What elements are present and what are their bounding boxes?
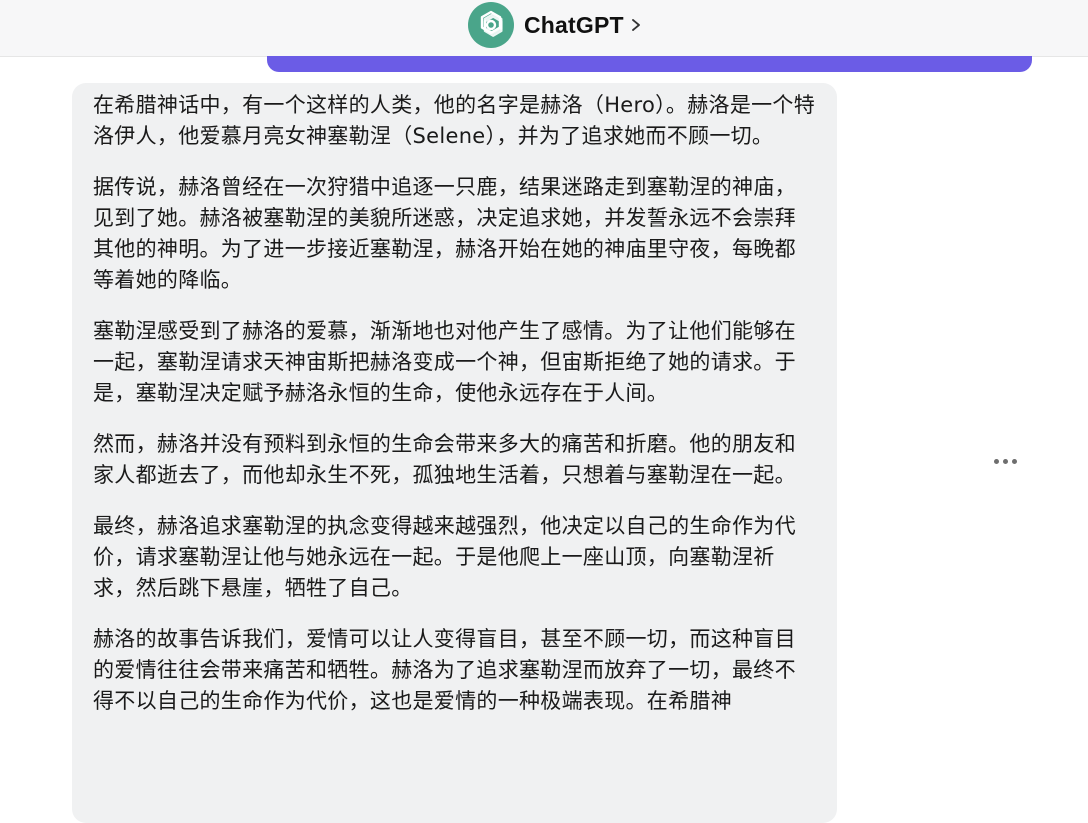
openai-logo-icon	[468, 2, 514, 48]
message-paragraph: 塞勒涅感受到了赫洛的爱慕，渐渐地也对他产生了感情。为了让他们能够在一起，塞勒涅请…	[93, 319, 796, 405]
more-options-button[interactable]	[988, 449, 1022, 473]
app-title: ChatGPT	[524, 11, 624, 38]
more-horizontal-icon	[993, 458, 999, 464]
message-paragraph: 赫洛的故事告诉我们，爱情可以让人变得盲目，甚至不顾一切，而这种盲目的爱情往往会带…	[93, 627, 796, 713]
chevron-right-icon	[631, 19, 640, 31]
more-horizontal-icon	[1002, 458, 1008, 464]
message-paragraph: 在希腊神话中，有一个这样的人类，他的名字是赫洛（Hero）。赫洛是一个特洛伊人，…	[93, 93, 816, 148]
assistant-message-bubble: 在希腊神话中，有一个这样的人类，他的名字是赫洛（Hero）。赫洛是一个特洛伊人，…	[72, 83, 837, 823]
message-paragraph: 据传说，赫洛曾经在一次狩猎中追逐一只鹿，结果迷路走到塞勒涅的神庙，见到了她。赫洛…	[93, 175, 796, 292]
message-paragraph: 然而，赫洛并没有预料到永恒的生命会带来多大的痛苦和折磨。他的朋友和家人都逝去了，…	[93, 432, 796, 487]
user-message-bubble-edge	[267, 56, 1032, 72]
more-horizontal-icon	[1011, 458, 1017, 464]
app-header: ChatGPT	[0, 0, 1088, 57]
message-paragraph: 最终，赫洛追求塞勒涅的执念变得越来越强烈，他决定以自己的生命作为代价，请求塞勒涅…	[93, 514, 796, 600]
model-selector[interactable]: ChatGPT	[468, 2, 642, 48]
